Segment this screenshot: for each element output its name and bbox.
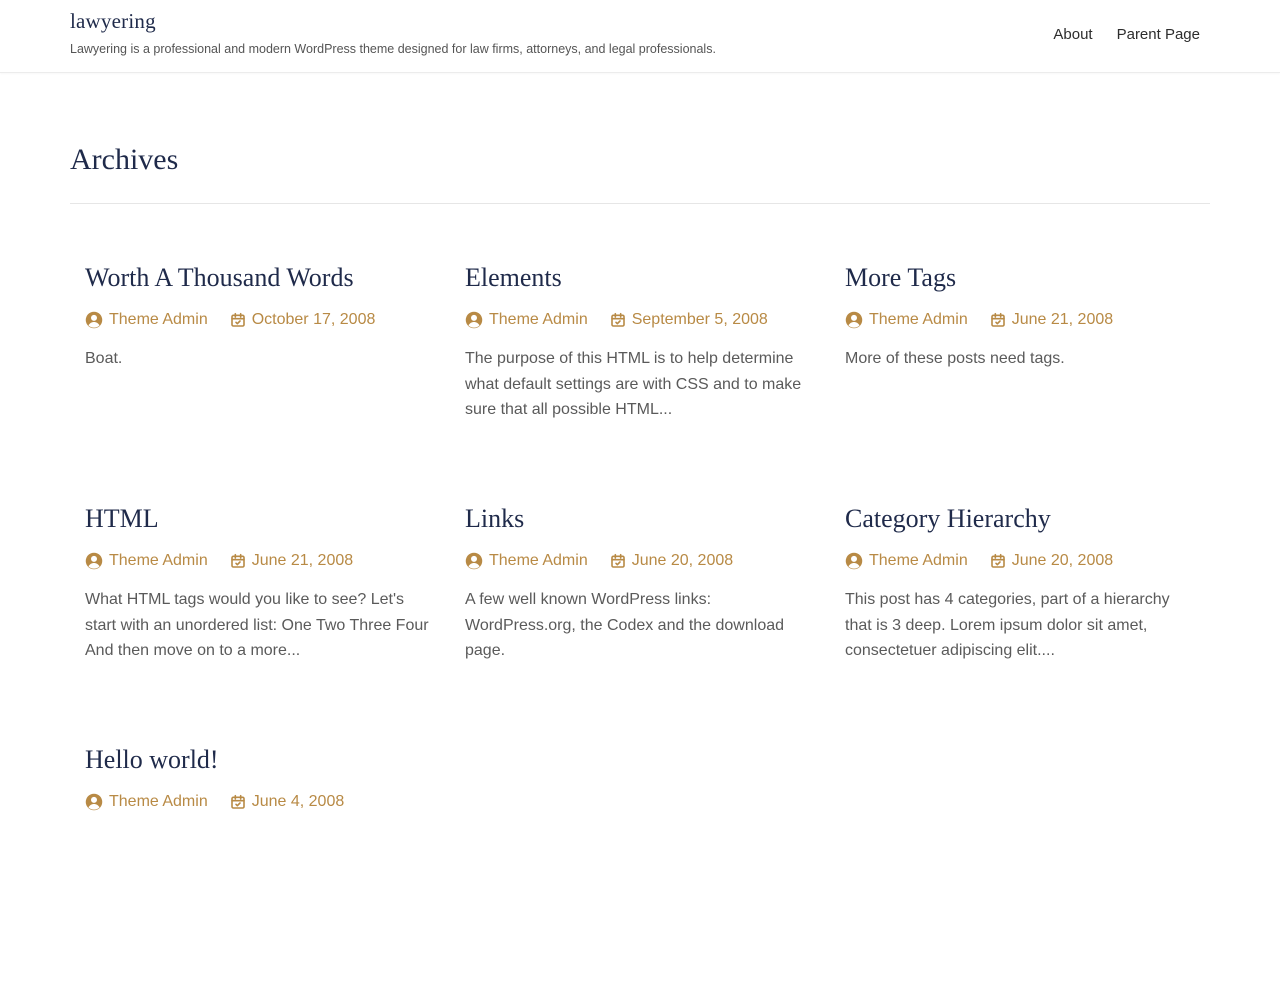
user-circle-icon: [85, 793, 103, 811]
post-author: Theme Admin: [465, 552, 588, 570]
post-title-link[interactable]: Links: [465, 504, 524, 533]
calendar-icon: [230, 553, 246, 569]
post-card: Links Theme Admin June 20, 2008 A few we…: [465, 503, 815, 744]
post-author: Theme Admin: [845, 311, 968, 329]
user-circle-icon: [465, 552, 483, 570]
site-title[interactable]: lawyering: [70, 9, 156, 34]
post-card: Elements Theme Admin September 5, 2008 T…: [465, 262, 815, 503]
post-meta: Theme Admin June 21, 2008: [85, 552, 435, 570]
post-title-link[interactable]: Elements: [465, 263, 562, 292]
post-title: More Tags: [845, 262, 1195, 294]
post-excerpt: More of these posts need tags.: [845, 350, 1065, 367]
post-excerpt: What HTML tags would you like to see? Le…: [85, 591, 429, 659]
post-excerpt: A few well known WordPress links: WordPr…: [465, 591, 785, 659]
post-author-link[interactable]: Theme Admin: [869, 552, 968, 570]
post-date-link[interactable]: June 20, 2008: [1012, 552, 1113, 570]
post-date: September 5, 2008: [610, 311, 768, 329]
post-date: June 21, 2008: [990, 311, 1113, 329]
post-title: Links: [465, 503, 815, 535]
post-date-link[interactable]: June 21, 2008: [1012, 311, 1113, 329]
calendar-icon: [230, 794, 246, 810]
user-circle-icon: [85, 552, 103, 570]
post-date: June 20, 2008: [990, 552, 1113, 570]
post-title-link[interactable]: Category Hierarchy: [845, 504, 1051, 533]
post-author: Theme Admin: [845, 552, 968, 570]
site-header: lawyering Lawyering is a professional an…: [0, 0, 1280, 73]
post-author: Theme Admin: [85, 311, 208, 329]
post-card: More Tags Theme Admin June 21, 2008 More…: [845, 262, 1195, 503]
post-meta: Theme Admin September 5, 2008: [465, 311, 815, 329]
user-circle-icon: [465, 311, 483, 329]
post-title: Category Hierarchy: [845, 503, 1195, 535]
post-meta: Theme Admin June 21, 2008: [845, 311, 1195, 329]
post-author: Theme Admin: [465, 311, 588, 329]
calendar-icon: [990, 312, 1006, 328]
post-author-link[interactable]: Theme Admin: [109, 311, 208, 329]
post-title-link[interactable]: Hello world!: [85, 745, 219, 774]
nav-item-about[interactable]: About: [1053, 26, 1092, 43]
post-excerpt: The purpose of this HTML is to help dete…: [465, 350, 802, 418]
post-author-link[interactable]: Theme Admin: [489, 311, 588, 329]
calendar-icon: [990, 553, 1006, 569]
title-divider: [70, 203, 1210, 204]
main-navigation: About Parent Page: [1053, 26, 1200, 43]
calendar-icon: [610, 312, 626, 328]
page-title: Archives: [70, 143, 179, 176]
post-author: Theme Admin: [85, 793, 208, 811]
user-circle-icon: [845, 552, 863, 570]
post-date-link[interactable]: September 5, 2008: [632, 311, 768, 329]
post-card: HTML Theme Admin June 21, 2008 What HTML…: [85, 503, 435, 744]
post-author-link[interactable]: Theme Admin: [489, 552, 588, 570]
post-title: HTML: [85, 503, 435, 535]
post-author-link[interactable]: Theme Admin: [869, 311, 968, 329]
post-card: Hello world! Theme Admin June 4, 2008: [85, 744, 435, 985]
post-title-link[interactable]: More Tags: [845, 263, 956, 292]
post-card: Worth A Thousand Words Theme Admin Octob…: [85, 262, 435, 503]
nav-item-parent-page[interactable]: Parent Page: [1117, 26, 1200, 43]
calendar-icon: [230, 312, 246, 328]
user-circle-icon: [85, 311, 103, 329]
calendar-icon: [610, 553, 626, 569]
post-title: Elements: [465, 262, 815, 294]
post-excerpt: Boat.: [85, 350, 123, 367]
post-date: June 20, 2008: [610, 552, 733, 570]
post-meta: Theme Admin June 4, 2008: [85, 793, 435, 811]
post-date: June 4, 2008: [230, 793, 345, 811]
post-date-link[interactable]: June 4, 2008: [252, 793, 345, 811]
post-excerpt: This post has 4 categories, part of a hi…: [845, 591, 1170, 659]
post-author-link[interactable]: Theme Admin: [109, 552, 208, 570]
site-description: Lawyering is a professional and modern W…: [70, 42, 716, 56]
post-date-link[interactable]: October 17, 2008: [252, 311, 376, 329]
post-author-link[interactable]: Theme Admin: [109, 793, 208, 811]
post-meta: Theme Admin June 20, 2008: [845, 552, 1195, 570]
post-grid: Worth A Thousand Words Theme Admin Octob…: [85, 262, 1210, 985]
post-meta: Theme Admin October 17, 2008: [85, 311, 435, 329]
user-circle-icon: [845, 311, 863, 329]
post-author: Theme Admin: [85, 552, 208, 570]
post-date-link[interactable]: June 21, 2008: [252, 552, 353, 570]
post-title-link[interactable]: HTML: [85, 504, 159, 533]
post-title-link[interactable]: Worth A Thousand Words: [85, 263, 354, 292]
post-date: June 21, 2008: [230, 552, 353, 570]
post-title: Worth A Thousand Words: [85, 262, 435, 294]
post-date: October 17, 2008: [230, 311, 376, 329]
post-meta: Theme Admin June 20, 2008: [465, 552, 815, 570]
post-title: Hello world!: [85, 744, 435, 776]
post-date-link[interactable]: June 20, 2008: [632, 552, 733, 570]
post-card: Category Hierarchy Theme Admin June 20, …: [845, 503, 1195, 744]
